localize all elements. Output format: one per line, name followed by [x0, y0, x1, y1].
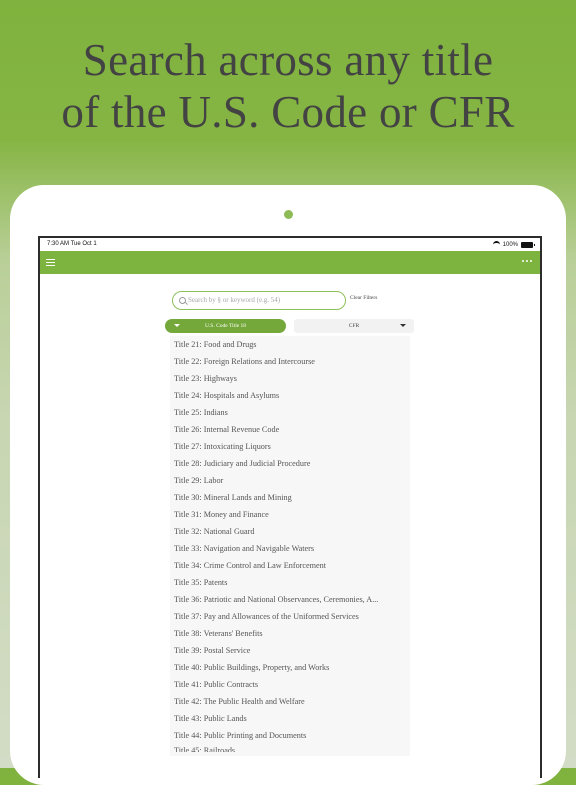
- list-item[interactable]: Title 42: The Public Health and Welfare: [170, 693, 410, 710]
- search-input[interactable]: [188, 293, 338, 307]
- list-item[interactable]: Title 40: Public Buildings, Property, an…: [170, 659, 410, 676]
- app-bar: [40, 251, 540, 274]
- list-item[interactable]: Title 23: Highways: [170, 370, 410, 387]
- marketing-headline: Search across any title of the U.S. Code…: [0, 34, 576, 138]
- list-item[interactable]: Title 26: Internal Revenue Code: [170, 421, 410, 438]
- chevron-down-icon: [400, 324, 406, 327]
- list-item[interactable]: Title 24: Hospitals and Asylums: [170, 387, 410, 404]
- list-item[interactable]: Title 34: Crime Control and Law Enforcem…: [170, 557, 410, 574]
- list-item[interactable]: Title 33: Navigation and Navigable Water…: [170, 540, 410, 557]
- list-item[interactable]: Title 36: Patriotic and National Observa…: [170, 591, 410, 608]
- list-item[interactable]: Title 44: Public Printing and Documents: [170, 727, 410, 744]
- us-code-title-dropdown[interactable]: U.S. Code Title 18: [165, 319, 286, 333]
- list-item[interactable]: Title 41: Public Contracts: [170, 676, 410, 693]
- more-icon[interactable]: [522, 260, 532, 262]
- list-item[interactable]: Title 22: Foreign Relations and Intercou…: [170, 353, 410, 370]
- search-field[interactable]: [172, 291, 346, 310]
- battery-icon: [521, 241, 535, 248]
- cfr-dropdown[interactable]: CFR: [294, 319, 414, 333]
- list-item[interactable]: Title 35: Patents: [170, 574, 410, 591]
- battery-percent: 100%: [502, 241, 518, 248]
- list-item[interactable]: Title 30: Mineral Lands and Mining: [170, 489, 410, 506]
- list-item[interactable]: Title 25: Indians: [170, 404, 410, 421]
- list-item[interactable]: Title 28: Judiciary and Judicial Procedu…: [170, 455, 410, 472]
- list-item[interactable]: Title 31: Money and Finance: [170, 506, 410, 523]
- headline-line-1: Search across any title: [82, 35, 494, 85]
- status-time: 7:30 AM Tue Oct 1: [47, 241, 97, 247]
- search-icon: [179, 297, 186, 304]
- list-item[interactable]: Title 38: Veterans' Benefits: [170, 625, 410, 642]
- app-screen: 7:30 AM Tue Oct 1 100% Clear Filters U.S…: [38, 236, 542, 778]
- list-item[interactable]: Title 39: Postal Service: [170, 642, 410, 659]
- list-item[interactable]: Title 27: Intoxicating Liquors: [170, 438, 410, 455]
- status-indicators: 100%: [492, 241, 535, 248]
- status-bar: 7:30 AM Tue Oct 1 100%: [40, 238, 540, 251]
- clear-filters-button[interactable]: Clear Filters: [350, 295, 377, 301]
- list-item[interactable]: Title 29: Labor: [170, 472, 410, 489]
- menu-icon[interactable]: [46, 259, 55, 266]
- list-item[interactable]: Title 45: Railroads: [170, 744, 410, 752]
- list-item[interactable]: Title 21: Food and Drugs: [170, 336, 410, 353]
- list-item[interactable]: Title 43: Public Lands: [170, 710, 410, 727]
- chevron-down-icon: [174, 324, 180, 327]
- us-code-title-label: U.S. Code Title 18: [204, 323, 247, 329]
- cfr-label: CFR: [348, 323, 360, 329]
- list-item[interactable]: Title 37: Pay and Allowances of the Unif…: [170, 608, 410, 625]
- wifi-icon: [492, 241, 500, 248]
- headline-line-2: of the U.S. Code or CFR: [61, 87, 515, 137]
- camera-dot: [284, 210, 293, 219]
- title-list: Title 21: Food and Drugs Title 22: Foreig…: [170, 336, 410, 756]
- list-item[interactable]: Title 32: National Guard: [170, 523, 410, 540]
